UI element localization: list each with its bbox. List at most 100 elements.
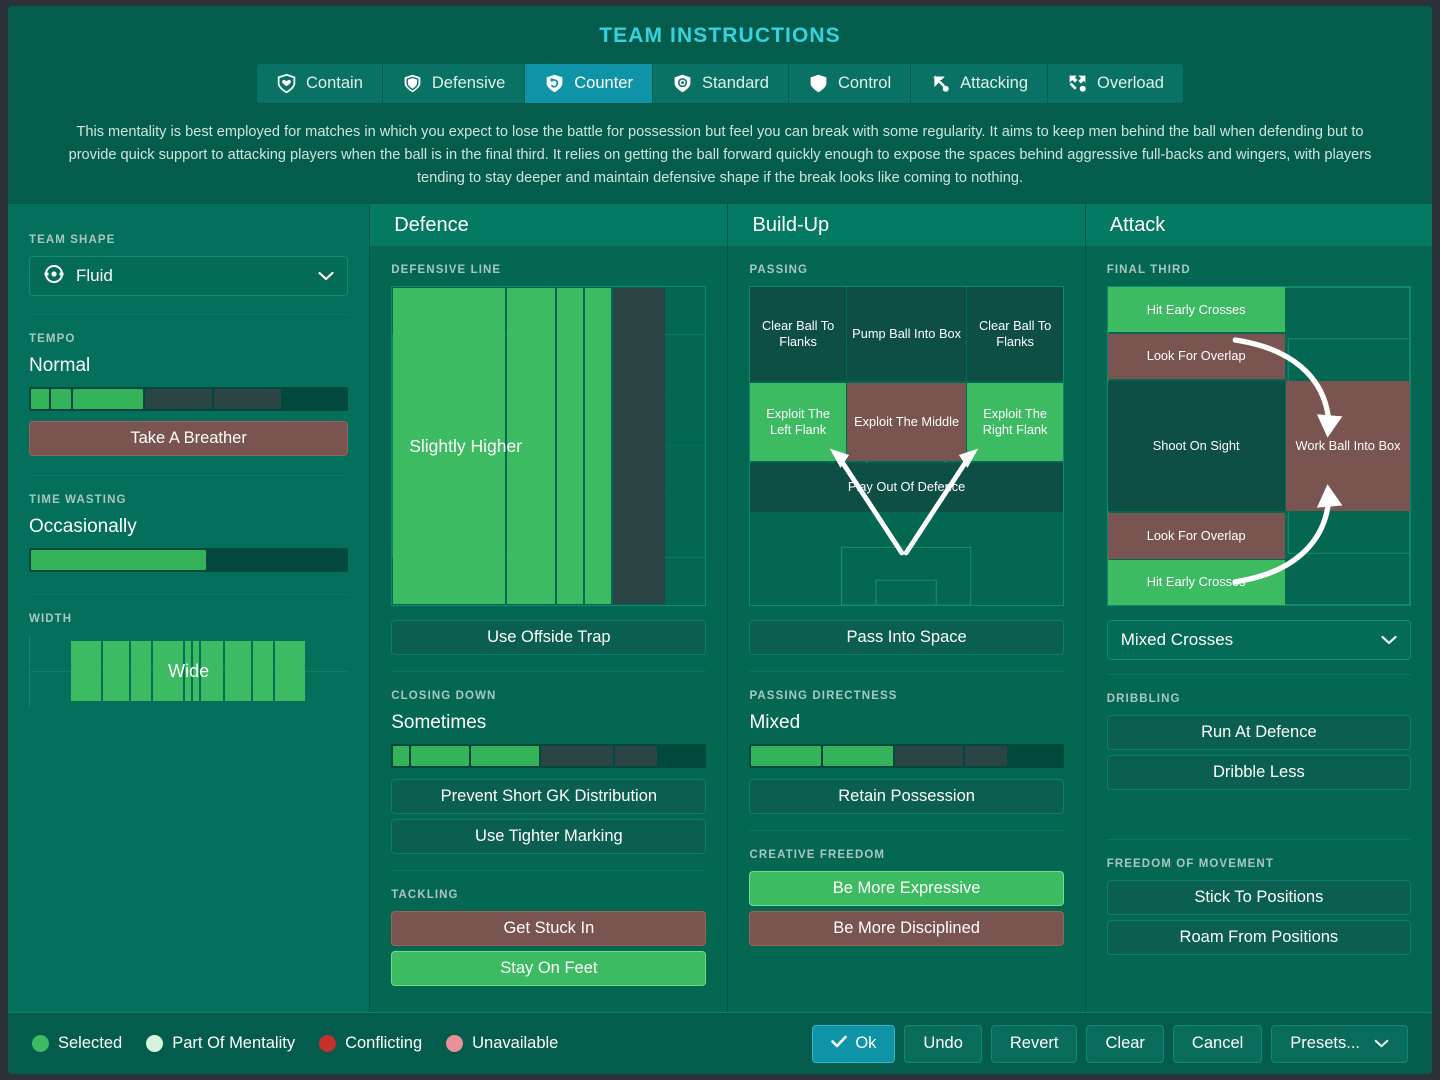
- be-more-disciplined-button[interactable]: Be More Disciplined: [749, 911, 1063, 946]
- final-third-cell-hit-early-crosses[interactable]: Hit Early Crosses: [1108, 287, 1285, 332]
- stick-to-positions-button[interactable]: Stick To Positions: [1107, 880, 1411, 915]
- final-third-cell-shoot-on-sight[interactable]: Shoot On Sight: [1108, 381, 1285, 511]
- defensive-line-label: DEFENSIVE LINE: [391, 264, 706, 276]
- defence-column: Defence DEFENSIVE LINE: [370, 204, 727, 1012]
- action-button-label: Clear: [1105, 1034, 1144, 1053]
- final-third-cell-hit-early-crosses[interactable]: Hit Early Crosses: [1108, 560, 1285, 605]
- use-offside-trap-button[interactable]: Use Offside Trap: [391, 620, 706, 655]
- revert-button[interactable]: Revert: [991, 1025, 1078, 1063]
- closing-down-segment[interactable]: [471, 746, 539, 766]
- mentality-tab-standard[interactable]: Standard: [653, 64, 789, 103]
- action-button-label: Cancel: [1192, 1034, 1243, 1053]
- width-band[interactable]: [185, 641, 191, 701]
- width-band[interactable]: [275, 641, 305, 701]
- closing-down-segment[interactable]: [659, 746, 681, 766]
- be-more-expressive-button[interactable]: Be More Expressive: [749, 871, 1063, 906]
- defensive-line-band[interactable]: [585, 288, 611, 604]
- tempo-segment[interactable]: [214, 389, 281, 409]
- width-band[interactable]: [131, 641, 151, 701]
- passing-directness-segment[interactable]: [823, 746, 893, 766]
- passing-directness-segment[interactable]: [1009, 746, 1037, 766]
- dribble-less-button[interactable]: Dribble Less: [1107, 755, 1411, 790]
- retain-possession-button[interactable]: Retain Possession: [749, 779, 1063, 814]
- tempo-segment[interactable]: [283, 389, 324, 409]
- mentality-tab-overload[interactable]: Overload: [1048, 64, 1183, 103]
- team-shape-label: TEAM SHAPE: [29, 234, 348, 246]
- team-shape-column: TEAM SHAPE Fluid: [8, 204, 369, 1012]
- passing-cell-exploit-the-left-flank[interactable]: Exploit The Left Flank: [750, 383, 845, 461]
- final-third-cell-look-for-overlap[interactable]: Look For Overlap: [1108, 334, 1285, 379]
- mentality-tab-contain[interactable]: Contain: [257, 64, 383, 103]
- ok-button[interactable]: Ok: [812, 1025, 895, 1063]
- cancel-button[interactable]: Cancel: [1173, 1025, 1262, 1063]
- mentality-tabs: ContainDefensiveCounterStandardControlAt…: [257, 64, 1183, 103]
- time-wasting-slider[interactable]: [29, 548, 348, 572]
- closing-down-segment[interactable]: [541, 746, 613, 766]
- crosses-dropdown[interactable]: Mixed Crosses: [1107, 620, 1411, 660]
- defensive-line-band[interactable]: [507, 288, 555, 604]
- defensive-line-band[interactable]: [613, 288, 665, 604]
- tempo-segment[interactable]: [31, 389, 49, 409]
- run-at-defence-button[interactable]: Run At Defence: [1107, 715, 1411, 750]
- width-band[interactable]: [103, 641, 129, 701]
- tempo-segment[interactable]: [51, 389, 71, 409]
- closing-down-segment[interactable]: [393, 746, 409, 766]
- dribbling-label: DRIBBLING: [1107, 693, 1411, 705]
- use-tighter-marking-button[interactable]: Use Tighter Marking: [391, 819, 706, 854]
- get-stuck-in-button[interactable]: Get Stuck In: [391, 911, 706, 946]
- width-band[interactable]: [71, 641, 101, 701]
- passing-cell-exploit-the-middle[interactable]: Exploit The Middle: [847, 383, 966, 461]
- defensive-line-band[interactable]: [557, 288, 583, 604]
- passing-cell-play-out-of-defence[interactable]: Play Out Of Defence: [750, 463, 1062, 512]
- legend-label: Conflicting: [345, 1034, 422, 1053]
- time-wasting-segment[interactable]: [31, 550, 206, 570]
- tempo-segment[interactable]: [73, 389, 143, 409]
- take-a-breather-button[interactable]: Take A Breather: [29, 421, 348, 456]
- prevent-short-gk-distribution-button[interactable]: Prevent Short GK Distribution: [391, 779, 706, 814]
- passing-directness-slider[interactable]: [749, 744, 1063, 768]
- final-third-pitch[interactable]: Hit Early CrossesLook For OverlapShoot O…: [1107, 286, 1411, 606]
- final-third-cell-work-ball-into-box[interactable]: Work Ball Into Box: [1286, 381, 1410, 511]
- shield-counter-icon: [544, 73, 565, 94]
- defensive-line-band[interactable]: [667, 288, 693, 604]
- closing-down-label: CLOSING DOWN: [391, 690, 706, 702]
- passing-directness-segment[interactable]: [751, 746, 821, 766]
- presets-button[interactable]: Presets...: [1271, 1025, 1408, 1063]
- closing-down-slider[interactable]: [391, 744, 706, 768]
- defensive-line-pitch[interactable]: Slightly Higher: [391, 286, 706, 606]
- mentality-tab-defensive[interactable]: Defensive: [383, 64, 525, 103]
- legend-label: Part Of Mentality: [172, 1034, 295, 1053]
- stay-on-feet-button[interactable]: Stay On Feet: [391, 951, 706, 986]
- team-shape-dropdown[interactable]: Fluid: [29, 256, 348, 296]
- pass-into-space-button[interactable]: Pass Into Space: [749, 620, 1063, 655]
- closing-down-segment[interactable]: [411, 746, 469, 766]
- width-widget[interactable]: Wide: [29, 635, 348, 707]
- width-band[interactable]: [153, 641, 183, 701]
- undo-button[interactable]: Undo: [904, 1025, 981, 1063]
- passing-directness-segment[interactable]: [965, 746, 1007, 766]
- tempo-slider[interactable]: [29, 387, 348, 411]
- freedom-of-movement-label: FREEDOM OF MOVEMENT: [1107, 858, 1411, 870]
- width-band[interactable]: [225, 641, 251, 701]
- mentality-tab-counter[interactable]: Counter: [525, 64, 653, 103]
- passing-cell-clear-ball-to-flanks[interactable]: Clear Ball To Flanks: [750, 287, 845, 381]
- shield-solid-icon: [808, 73, 829, 94]
- passing-directness-segment[interactable]: [895, 746, 963, 766]
- passing-cell-clear-ball-to-flanks[interactable]: Clear Ball To Flanks: [967, 287, 1062, 381]
- width-band[interactable]: [193, 641, 199, 701]
- defensive-line-band[interactable]: [393, 288, 505, 604]
- width-band[interactable]: [201, 641, 223, 701]
- roam-from-positions-button[interactable]: Roam From Positions: [1107, 920, 1411, 955]
- passing-cell-exploit-the-right-flank[interactable]: Exploit The Right Flank: [967, 383, 1062, 461]
- clear-button[interactable]: Clear: [1086, 1025, 1163, 1063]
- passing-pitch[interactable]: Clear Ball To FlanksPump Ball Into BoxCl…: [749, 286, 1063, 606]
- mentality-tab-attacking[interactable]: Attacking: [911, 64, 1048, 103]
- time-wasting-segment[interactable]: [208, 550, 316, 570]
- mentality-tab-control[interactable]: Control: [789, 64, 911, 103]
- build-up-header: Build-Up: [728, 204, 1084, 246]
- final-third-cell-look-for-overlap[interactable]: Look For Overlap: [1108, 513, 1285, 558]
- passing-cell-pump-ball-into-box[interactable]: Pump Ball Into Box: [847, 287, 966, 381]
- width-band[interactable]: [253, 641, 273, 701]
- tempo-segment[interactable]: [145, 389, 212, 409]
- closing-down-segment[interactable]: [615, 746, 657, 766]
